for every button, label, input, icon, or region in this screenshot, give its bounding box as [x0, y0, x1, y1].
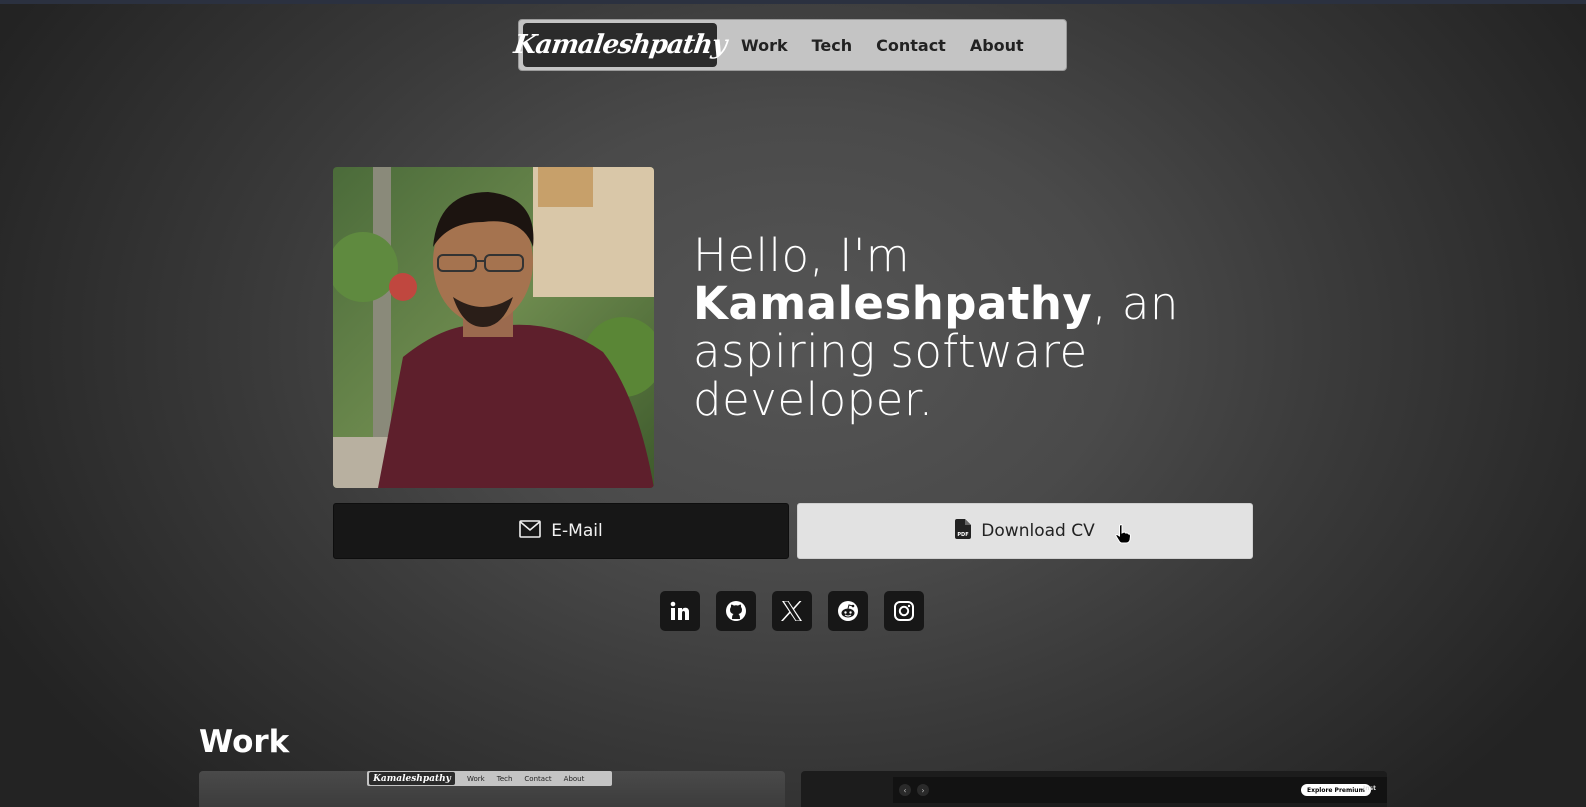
- hand-cursor-icon: [1115, 524, 1132, 548]
- project-card-portfolio[interactable]: Kamaleshpathy Work Tech Contact About: [199, 771, 785, 807]
- project-card-music-app[interactable]: ‹ › Explore Premium Inst: [801, 771, 1387, 807]
- hero-greeting: Hello, I'm: [693, 229, 911, 282]
- preview-link-tech: Tech: [496, 774, 513, 783]
- nav-link-about[interactable]: About: [970, 36, 1024, 55]
- nav-link-tech[interactable]: Tech: [812, 36, 853, 55]
- preview-link-about: About: [563, 774, 585, 783]
- download-cv-label: Download CV: [981, 521, 1095, 541]
- logo-text: Kamaleshpathy: [511, 30, 729, 60]
- hero-heading: Hello, I'm Kamaleshpathy, an aspiring so…: [693, 232, 1253, 424]
- nav-link-work[interactable]: Work: [741, 36, 788, 55]
- forward-arrow-icon: ›: [917, 784, 929, 796]
- logo[interactable]: Kamaleshpathy: [512, 23, 728, 67]
- download-cv-button[interactable]: PDF Download CV: [797, 503, 1253, 559]
- preview-link-work: Work: [467, 774, 485, 783]
- social-links: [660, 591, 924, 631]
- top-navigation: Kamaleshpathy Work Tech Contact About: [512, 19, 1067, 71]
- project-preview-topbar: ‹ › Explore Premium Inst: [893, 777, 1387, 803]
- work-section-title: Work: [199, 724, 290, 760]
- project-preview-logo: Kamaleshpathy: [369, 772, 455, 785]
- email-button[interactable]: E-Mail: [333, 503, 789, 559]
- pdf-file-icon: PDF: [955, 518, 972, 544]
- profile-photo: [333, 167, 654, 488]
- github-icon[interactable]: [716, 591, 756, 631]
- back-arrow-icon: ‹: [899, 784, 911, 796]
- hero-name: Kamaleshpathy: [693, 277, 1093, 330]
- email-button-label: E-Mail: [551, 521, 603, 541]
- project-preview-nav: Kamaleshpathy Work Tech Contact About: [367, 771, 612, 786]
- mail-icon: [519, 519, 542, 543]
- instagram-icon[interactable]: [884, 591, 924, 631]
- nav-link-contact[interactable]: Contact: [876, 36, 946, 55]
- linkedin-icon[interactable]: [660, 591, 700, 631]
- x-icon[interactable]: [772, 591, 812, 631]
- explore-premium-badge: Explore Premium: [1301, 784, 1371, 796]
- preview-link-contact: Contact: [524, 774, 552, 783]
- browser-top-line: [0, 0, 1586, 4]
- install-label: Inst: [1363, 785, 1376, 792]
- reddit-icon[interactable]: [828, 591, 868, 631]
- svg-text:PDF: PDF: [958, 532, 969, 538]
